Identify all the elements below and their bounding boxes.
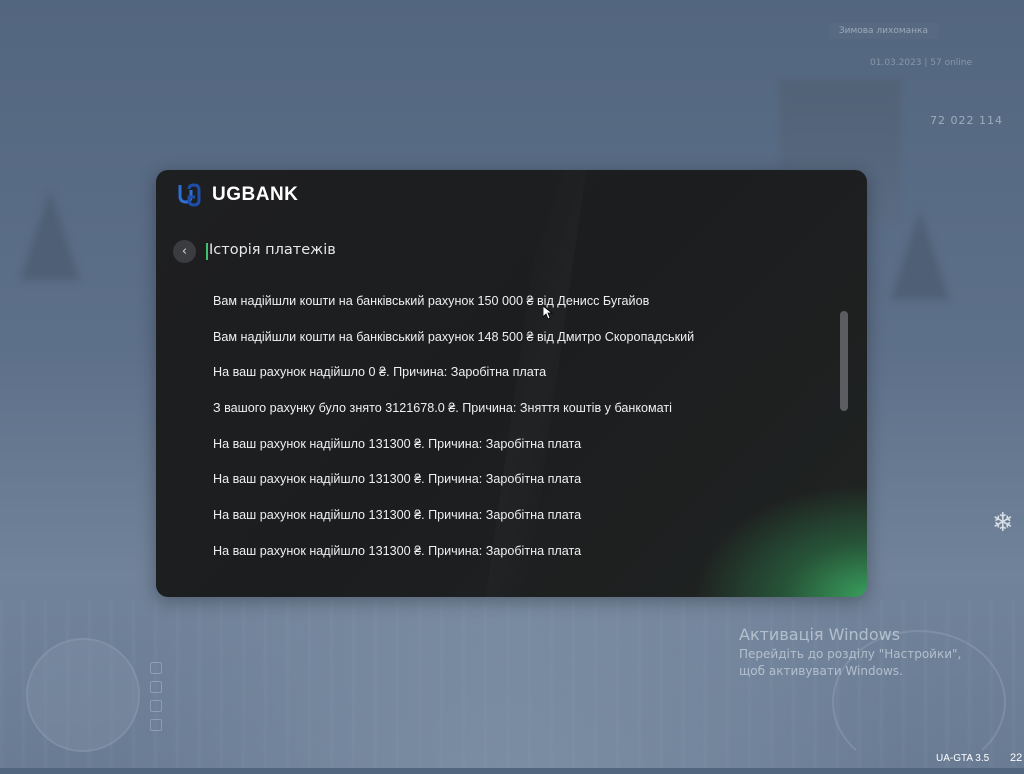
windows-activation-notice: Активація Windows Перейдіть до розділу "… — [739, 625, 961, 678]
list-item: Вам надійшли кошти на банківський рахуно… — [213, 329, 695, 344]
background-tree — [20, 190, 80, 280]
payment-history-list: Вам надійшли кошти на банківський рахуно… — [213, 284, 833, 570]
windows-activation-title: Активація Windows — [739, 625, 901, 644]
snowflake-icon: ❄ — [992, 508, 1014, 538]
back-button[interactable]: ‹ — [173, 240, 196, 263]
list-item: На ваш рахунок надійшло 131300 ₴. Причин… — [213, 436, 582, 451]
clock: 22 — [1010, 752, 1023, 764]
page-title-text: Історія платежів — [209, 242, 336, 258]
list-item: Вам надійшли кошти на банківський рахуно… — [213, 294, 650, 308]
game-version: UA-GTA 3.5 — [936, 753, 990, 764]
chevron-left-icon: ‹ — [181, 244, 188, 259]
list-item: На ваш рахунок надійшло 0 ₴. Причина: За… — [213, 365, 547, 380]
hud-icon — [150, 719, 162, 731]
hud-icon — [150, 662, 162, 674]
list-item: На ваш рахунок надійшло 131300 ₴. Причин… — [213, 472, 582, 487]
hud-icon — [150, 700, 162, 712]
minimap-icons — [150, 662, 164, 742]
page-title: Історія платежів — [206, 242, 336, 258]
mouse-cursor-icon — [543, 306, 553, 320]
list-item: З вашого рахунку було знято 3121678.0 ₴.… — [213, 401, 672, 416]
windows-activation-line: щоб активувати Windows. — [739, 664, 903, 678]
scrollbar[interactable] — [840, 311, 848, 411]
list-item: На ваш рахунок надійшло 131300 ₴. Причин… — [213, 508, 582, 523]
list-item: На ваш рахунок надійшло 131300 ₴. Причин… — [213, 543, 582, 558]
windows-activation-line: Перейдіть до розділу "Настройки", — [739, 647, 962, 661]
hud-icon — [150, 681, 162, 693]
background-tree — [890, 210, 950, 300]
server-badge: Зимова лихоманка — [828, 23, 938, 39]
server-info: 01.03.2023 | 57 online — [870, 58, 973, 68]
money-display: 72 022 114 — [930, 114, 1003, 127]
hud-top-right: Зимова лихоманка — [828, 18, 938, 39]
ugbank-logo-icon — [178, 183, 201, 207]
minimap — [26, 638, 140, 752]
brand: UGBANK — [176, 180, 298, 210]
bank-panel: UGBANK ‹ Історія платежів Вам надійшли к… — [156, 170, 867, 597]
brand-name: UGBANK — [212, 184, 299, 205]
